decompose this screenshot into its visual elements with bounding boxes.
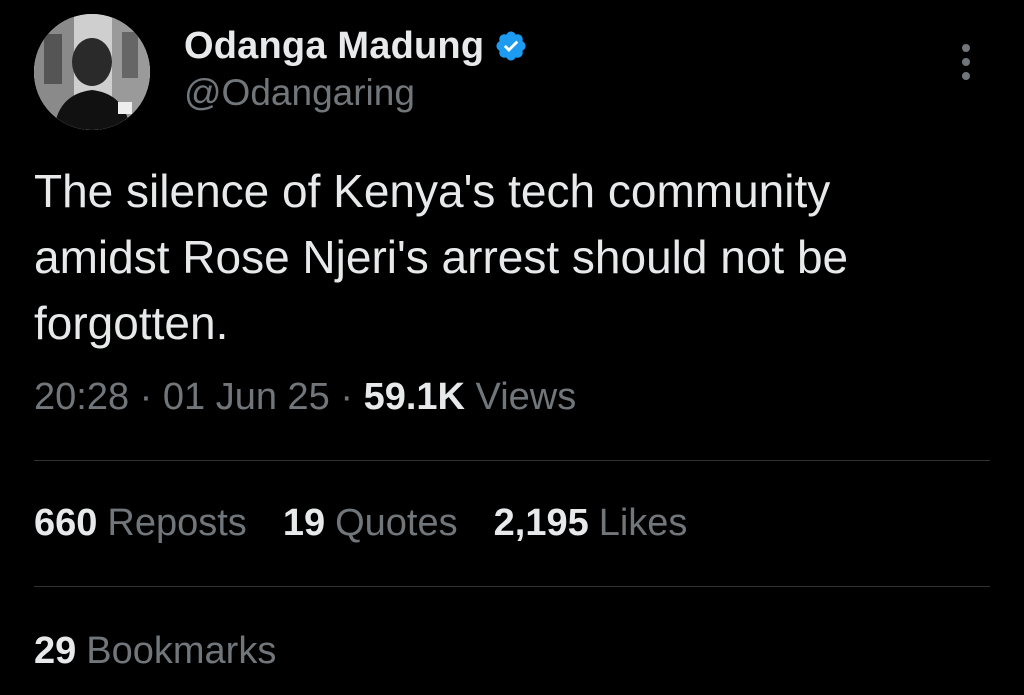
tweet-detail: Odanga Madung @Odangaring The silence of… [0, 0, 1024, 695]
author-handle[interactable]: @Odangaring [184, 72, 415, 114]
quotes-label: Quotes [335, 502, 458, 544]
author-name-row[interactable]: Odanga Madung [184, 22, 528, 70]
reposts-count: 660 [34, 502, 98, 544]
likes-count: 2,195 [493, 502, 589, 544]
bookmarks-stat[interactable]: 29 Bookmarks [34, 630, 276, 673]
author-display-name[interactable]: Odanga Madung [184, 25, 484, 68]
reposts-stat[interactable]: 660 Reposts [34, 502, 247, 545]
bookmarks-label: Bookmarks [86, 630, 277, 672]
more-options-icon[interactable] [950, 40, 982, 84]
tweet-date[interactable]: 01 Jun 25 [163, 376, 330, 418]
divider [34, 460, 990, 461]
quotes-count: 19 [282, 502, 326, 544]
divider [34, 586, 990, 587]
meta-separator: · [340, 376, 354, 418]
profile-photo-icon [34, 14, 150, 130]
likes-stat[interactable]: 2,195 Likes [494, 502, 688, 545]
reposts-label: Reposts [107, 502, 247, 544]
bookmarks-count: 29 [34, 630, 77, 672]
tweet-text: The silence of Kenya's tech community am… [34, 165, 849, 349]
views-count: 59.1K [363, 376, 465, 418]
likes-label: Likes [598, 502, 688, 544]
views-label: Views [475, 376, 577, 418]
avatar[interactable] [34, 14, 150, 130]
quotes-stat[interactable]: 19 Quotes [283, 502, 458, 545]
tweet-time[interactable]: 20:28 [34, 376, 129, 418]
meta-separator: · [139, 376, 153, 418]
engagement-stats: 660 Reposts 19 Quotes 2,195 Likes [34, 502, 687, 545]
verified-badge-icon [494, 29, 528, 63]
tweet-meta: 20:28 · 01 Jun 25 · 59.1K Views [34, 376, 576, 419]
